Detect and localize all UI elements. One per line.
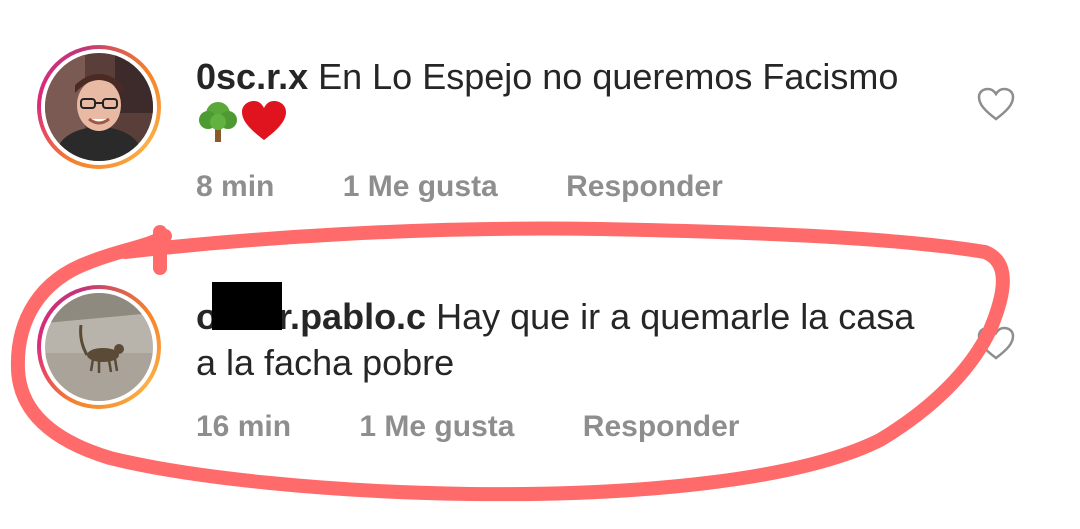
comment-time: 8 min (196, 170, 275, 203)
comment-item: 0sc.r.x En Lo Espejo no queremos Facismo… (0, 40, 1080, 220)
comment-text: oliver.pablo.c Hay que ir a quemarle la … (196, 294, 916, 386)
redaction-mark (212, 282, 282, 330)
comment-likes-count[interactable]: 1 Me gusta (359, 410, 514, 444)
reply-button[interactable]: Responder (566, 170, 723, 204)
comment-meta: 8 min 1 Me gusta Responder (196, 170, 723, 204)
avatar-story-ring[interactable] (37, 285, 161, 409)
user-photo-icon (45, 53, 153, 161)
comment-body: En Lo Espejo no queremos Facismo (308, 56, 899, 97)
tree-emoji (196, 100, 240, 153)
comment-item: oliver.pablo.c Hay que ir a quemarle la … (0, 280, 1080, 480)
comment-text: 0sc.r.x En Lo Espejo no queremos Facismo (196, 54, 916, 153)
red-heart-emoji (240, 100, 288, 153)
avatar-story-ring[interactable] (37, 45, 161, 169)
comment-meta: 16 min 1 Me gusta Responder (196, 410, 739, 444)
avatar[interactable] (45, 53, 153, 161)
avatar[interactable] (45, 293, 153, 401)
reply-button[interactable]: Responder (583, 410, 740, 444)
comment-username[interactable]: 0sc.r.x (196, 56, 308, 97)
comment-likes-count[interactable]: 1 Me gusta (343, 170, 498, 204)
comment-time: 16 min (196, 410, 292, 443)
like-heart-icon[interactable] (977, 87, 1015, 121)
cat-photo-icon (45, 293, 153, 401)
like-heart-icon[interactable] (977, 326, 1015, 360)
